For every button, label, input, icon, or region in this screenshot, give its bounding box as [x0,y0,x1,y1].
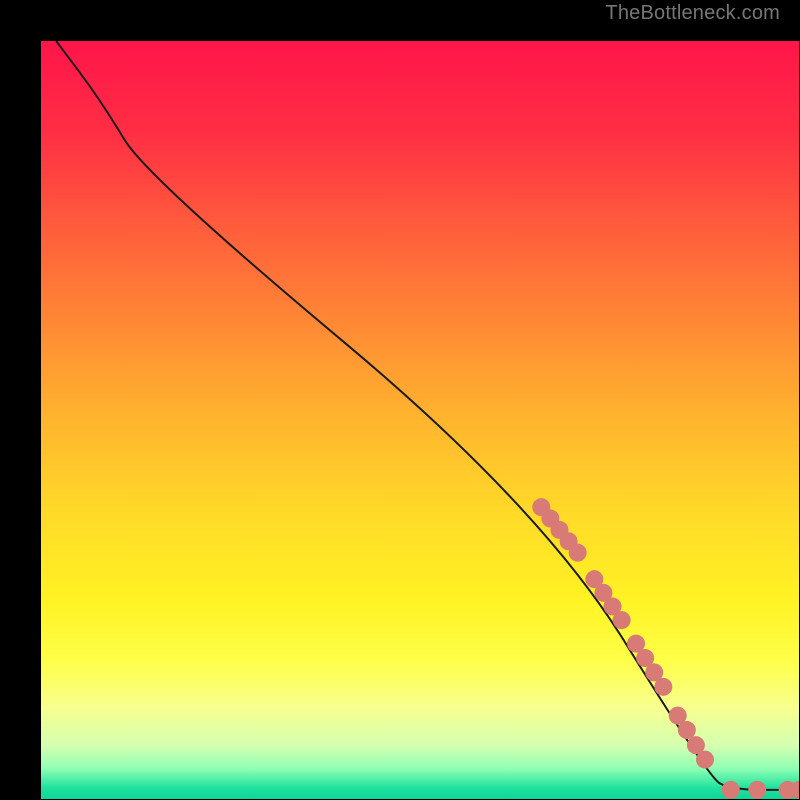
chart-point [613,611,631,629]
chart-point [696,751,714,769]
chart-point [722,781,740,799]
chart-point [748,781,766,799]
chart-plot-area [41,41,799,799]
chart-point [569,544,587,562]
chart-point [654,678,672,696]
chart-svg [41,41,799,799]
chart-frame [20,20,780,780]
chart-point [678,721,696,739]
chart-background [41,41,799,799]
